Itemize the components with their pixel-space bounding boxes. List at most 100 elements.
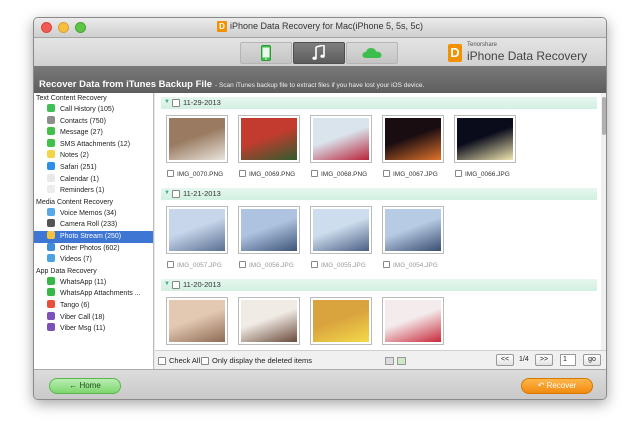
- check-all-label[interactable]: Check All: [169, 356, 200, 365]
- photo-thumbnail[interactable]: [310, 115, 372, 163]
- sidebar-item-label: Safari (251): [60, 163, 97, 171]
- photo-filename: IMG_0057.JPG: [177, 262, 222, 269]
- photo-thumbnail[interactable]: [166, 297, 228, 345]
- only-deleted-checkbox[interactable]: [201, 357, 209, 365]
- tab-device-recovery[interactable]: [240, 42, 292, 64]
- photo-thumbnail[interactable]: [238, 115, 300, 163]
- photo-checkbox[interactable]: [167, 170, 174, 177]
- photo-thumbnail[interactable]: [310, 297, 372, 345]
- photo-thumbnail[interactable]: [382, 115, 444, 163]
- recover-button[interactable]: ↶ Recover: [521, 378, 593, 394]
- tab-itunes-backup[interactable]: [293, 42, 345, 64]
- photo-thumbnail[interactable]: [238, 206, 300, 254]
- photo-thumbnail[interactable]: [310, 206, 372, 254]
- tab-icloud-backup[interactable]: [346, 42, 398, 64]
- mode-banner: Recover Data from iTunes Backup File - Sc…: [34, 66, 606, 93]
- notes-icon: [47, 150, 55, 159]
- photo-thumbnail[interactable]: [166, 115, 228, 163]
- photo-filename: IMG_0054.JPG: [393, 262, 438, 269]
- home-button[interactable]: ← Home: [49, 378, 121, 394]
- date-group-header[interactable]: ▼ 11-20-2013: [161, 279, 597, 291]
- photo-checkbox[interactable]: [311, 261, 318, 268]
- sidebar-item[interactable]: Viber Call (18): [34, 311, 153, 324]
- photo-thumbnail[interactable]: [238, 297, 300, 345]
- sidebar-item-label: Other Photos (602): [60, 244, 120, 252]
- disclosure-triangle-icon[interactable]: ▼: [164, 281, 170, 287]
- page-number-input[interactable]: 1: [560, 354, 576, 366]
- photo-file-item[interactable]: IMG_0068.PNG: [311, 170, 381, 180]
- date-group-header[interactable]: ▼ 11-29-2013: [161, 97, 597, 109]
- sidebar-section-title: Text Content Recovery: [36, 95, 107, 102]
- category-sidebar: Text Content Recovery Call History (105) C…: [34, 93, 154, 369]
- sidebar-item[interactable]: Message (27): [34, 127, 153, 139]
- photo-checkbox[interactable]: [455, 170, 462, 177]
- disclosure-triangle-icon[interactable]: ▼: [164, 190, 170, 196]
- photo-checkbox[interactable]: [167, 261, 174, 268]
- only-deleted-label[interactable]: Only display the deleted items: [212, 356, 312, 365]
- prev-page-button[interactable]: <<: [496, 354, 514, 366]
- vertical-scrollbar[interactable]: [601, 93, 606, 350]
- disclosure-triangle-icon[interactable]: ▼: [164, 99, 170, 105]
- scrollbar-thumb[interactable]: [602, 97, 606, 135]
- brand-company: Tenorshare: [467, 42, 498, 48]
- sidebar-item-label: WhatsApp Attachments ...: [60, 290, 141, 298]
- photo-file-item[interactable]: IMG_0054.JPG: [383, 261, 453, 271]
- photo-file-item[interactable]: IMG_0057.JPG: [167, 261, 237, 271]
- sidebar-item[interactable]: Tango (6): [34, 299, 153, 312]
- voice-memo-icon: [47, 207, 55, 216]
- next-page-button[interactable]: >>: [535, 354, 553, 366]
- sidebar-item[interactable]: Videos (7): [34, 254, 153, 266]
- sidebar-item-label: Call History (105): [60, 106, 115, 113]
- sidebar-item[interactable]: Viber Msg (11): [34, 323, 153, 335]
- photo-checkbox[interactable]: [383, 170, 390, 177]
- sidebar-item[interactable]: Reminders (1): [34, 185, 153, 197]
- sidebar-item[interactable]: Safari (251): [34, 161, 153, 174]
- sidebar-item[interactable]: Contacts (750): [34, 115, 153, 128]
- sidebar-item[interactable]: Notes (2): [34, 150, 153, 162]
- group-checkbox[interactable]: [172, 99, 180, 107]
- camera-roll-icon: [47, 219, 55, 228]
- sidebar-item-label: SMS Attachments (12): [60, 140, 131, 148]
- photo-image: [169, 300, 225, 342]
- photo-file-item[interactable]: IMG_0056.JPG: [239, 261, 309, 271]
- calendar-icon: [47, 173, 55, 182]
- photo-checkbox[interactable]: [383, 261, 390, 268]
- sidebar-item[interactable]: WhatsApp (11): [34, 276, 153, 289]
- sidebar-item-label: WhatsApp (11): [60, 278, 107, 286]
- sidebar-item[interactable]: Calendar (1): [34, 173, 153, 186]
- sidebar-item[interactable]: Voice Memos (34): [34, 207, 153, 220]
- list-view-icon[interactable]: [385, 357, 394, 365]
- sidebar-item[interactable]: Photo Stream (250): [34, 230, 153, 243]
- photo-thumbnail[interactable]: [382, 206, 444, 254]
- sidebar-item[interactable]: WhatsApp Attachments ...: [34, 288, 153, 300]
- photo-checkbox[interactable]: [311, 170, 318, 177]
- viber-call-icon: [47, 311, 55, 320]
- photo-file-item[interactable]: IMG_0067.JPG: [383, 170, 453, 180]
- sidebar-item[interactable]: Camera Roll (233): [34, 219, 153, 231]
- grid-view-icon[interactable]: [397, 357, 406, 365]
- arrow-left-icon: ←: [69, 381, 78, 390]
- date-group-header[interactable]: ▼ 11-21-2013: [161, 188, 597, 200]
- photo-checkbox[interactable]: [239, 170, 246, 177]
- photo-thumbnail[interactable]: [382, 297, 444, 345]
- photo-file-item[interactable]: IMG_0070.PNG: [167, 170, 237, 180]
- photo-file-item[interactable]: IMG_0069.PNG: [239, 170, 309, 180]
- sidebar-item-label: Camera Roll (233): [60, 221, 118, 229]
- sidebar-item-label: Notes (2): [60, 152, 89, 160]
- check-all-checkbox[interactable]: [158, 357, 166, 365]
- photo-file-item[interactable]: IMG_0066.JPG: [455, 170, 525, 180]
- photo-checkbox[interactable]: [239, 261, 246, 268]
- photo-file-item[interactable]: IMG_0055.JPG: [311, 261, 381, 271]
- group-checkbox[interactable]: [172, 281, 180, 289]
- photo-image: [169, 118, 225, 160]
- cloud-icon: [362, 48, 382, 58]
- sidebar-item[interactable]: Other Photos (602): [34, 242, 153, 255]
- go-button[interactable]: go: [583, 354, 601, 366]
- brand-logo-icon: D: [448, 44, 462, 62]
- sidebar-item[interactable]: Call History (105): [34, 104, 153, 116]
- group-checkbox[interactable]: [172, 190, 180, 198]
- photo-thumbnail[interactable]: [166, 206, 228, 254]
- photo-image: [313, 209, 369, 251]
- photo-thumbnail[interactable]: [454, 115, 516, 163]
- sidebar-item[interactable]: SMS Attachments (12): [34, 138, 153, 151]
